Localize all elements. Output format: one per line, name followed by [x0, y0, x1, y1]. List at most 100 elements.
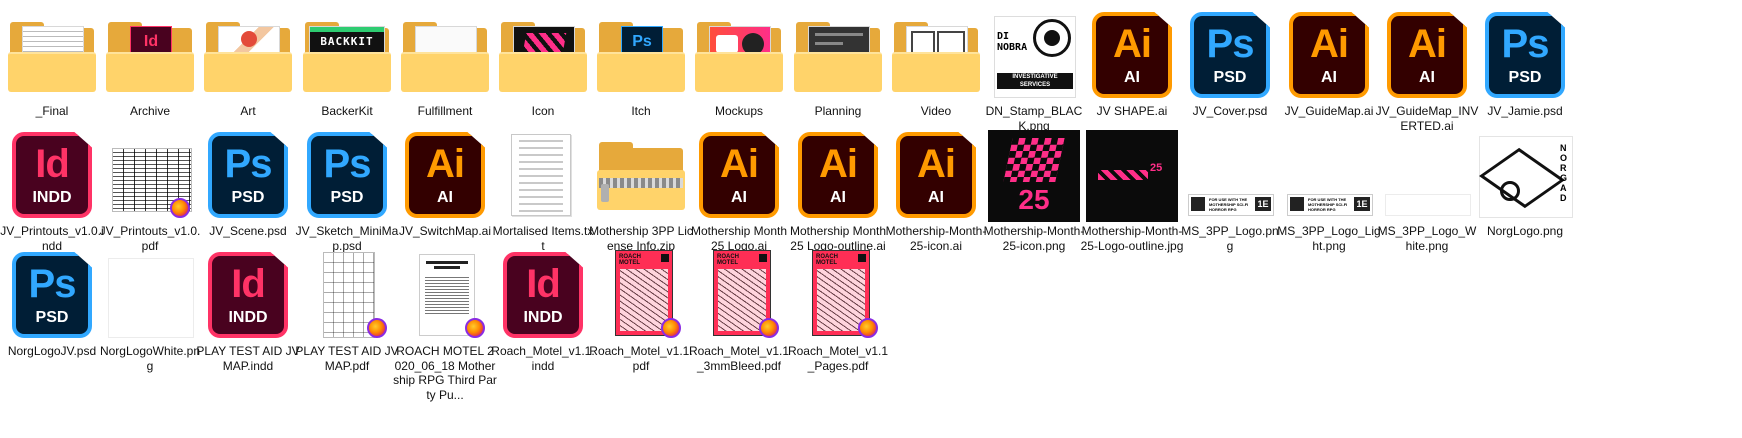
file-thumbnail: Ps PSD	[202, 130, 294, 222]
file-item[interactable]: MS_3PP_Logo_White.png	[1375, 124, 1479, 260]
file-name: JV_Scene.psd	[209, 224, 287, 238]
file-item[interactable]: Mothership 3PP License Info.zip	[589, 124, 693, 260]
file-thumbnail	[104, 130, 196, 222]
file-item[interactable]: FOR USE WITH THE MOTHERSHIP SCI-FI HORRO…	[1277, 124, 1381, 260]
file-item[interactable]: Art	[196, 4, 300, 140]
adobe-photoshop-icon: Ps PSD	[208, 132, 288, 218]
file-item[interactable]: Mockups	[687, 4, 791, 140]
firefox-badge-icon	[661, 318, 681, 338]
file-item[interactable]: JV_Printouts_v1.0.pdf	[98, 124, 202, 260]
file-name: MS_3PP_Logo.png	[1181, 224, 1279, 253]
file-item[interactable]: Id INDD JV_Printouts_v1.0.indd	[0, 124, 104, 260]
file-item[interactable]: Ai AI JV SHAPE.ai	[1080, 4, 1184, 140]
file-item[interactable]: ROACH MOTEL 2020_06_18 Mothership RPG Th…	[393, 244, 497, 402]
file-item[interactable]: NORGAD NorgLogo.png	[1473, 124, 1577, 260]
file-item[interactable]: Ai AI Mothership Month 25 Logo-outline.a…	[786, 124, 890, 260]
folder-icon	[399, 10, 491, 102]
file-item[interactable]: _Final	[0, 4, 104, 140]
folder-icon: Id	[104, 10, 196, 102]
file-thumbnail: Ps PSD	[6, 250, 98, 342]
text-file-icon	[511, 134, 571, 216]
file-item[interactable]: Id INDD Roach_Motel_v1.1.indd	[491, 244, 595, 380]
file-name: Mothership-Month-25-icon.png	[983, 224, 1085, 253]
file-thumbnail: Ai AI	[890, 130, 982, 222]
file-thumbnail: ROACH MOTEL	[792, 250, 884, 342]
file-item[interactable]: Ps PSD JV_Jamie.psd	[1473, 4, 1577, 140]
adobe-indesign-icon: Id INDD	[503, 252, 583, 338]
firefox-badge-icon	[465, 318, 485, 338]
adobe-indesign-icon: Id INDD	[208, 252, 288, 338]
adobe-illustrator-icon: Ai AI	[896, 132, 976, 218]
file-thumbnail: BACKKIT	[301, 10, 393, 102]
folder-icon: BACKKIT	[301, 10, 393, 102]
file-thumbnail	[890, 10, 982, 102]
file-thumbnail: ROACH MOTEL	[693, 250, 785, 342]
ms-3pp-logo-thumbnail: FOR USE WITH THE MOTHERSHIP SCI-FI HORRO…	[1287, 194, 1373, 216]
file-thumbnail	[693, 10, 785, 102]
file-item[interactable]: Ps PSD JV_Sketch_MiniMap.psd	[295, 124, 399, 260]
stamp-image-thumbnail: DI NOBRA INVESTIGATIVE SERVICES	[994, 16, 1076, 98]
file-item[interactable]: Mortalised Items.txt	[491, 124, 595, 260]
mothership-logo-thumbnail: 25	[1086, 130, 1178, 222]
file-name: Icon	[531, 104, 555, 118]
file-item[interactable]: DI NOBRA INVESTIGATIVE SERVICES DN_Stamp…	[982, 4, 1086, 140]
file-item[interactable]: PLAY TEST AID JV MAP.pdf	[295, 244, 399, 380]
file-item[interactable]: Icon	[491, 4, 595, 140]
file-item[interactable]: Video	[884, 4, 988, 140]
mothership-icon-thumbnail: 25	[988, 130, 1080, 222]
blank-image-thumbnail	[108, 258, 194, 338]
file-item[interactable]: Ps PSD NorgLogoJV.psd	[0, 244, 104, 380]
file-thumbnail	[497, 130, 589, 222]
file-name: JV_GuideMap.ai	[1284, 104, 1374, 118]
file-item[interactable]: Id Archive	[98, 4, 202, 140]
file-item[interactable]: Ai AI JV_SwitchMap.ai	[393, 124, 497, 260]
file-item[interactable]: Fulfillment	[393, 4, 497, 140]
firefox-badge-icon	[170, 198, 190, 218]
file-item[interactable]: Ai AI JV_GuideMap.ai	[1277, 4, 1381, 140]
file-thumbnail: Id INDD	[6, 130, 98, 222]
file-thumbnail	[399, 250, 491, 342]
folder-icon	[497, 10, 589, 102]
file-item[interactable]: Ai AI Mothership Month 25 Logo.ai	[687, 124, 791, 260]
file-item[interactable]: 25 Mothership-Month-25-icon.png	[982, 124, 1086, 260]
norg-logo-thumbnail: NORGAD	[1479, 136, 1573, 218]
file-name: Roach_Motel_v1.1_Pages.pdf	[787, 344, 889, 373]
file-item[interactable]: FOR USE WITH THE MOTHERSHIP SCI-FI HORRO…	[1178, 124, 1282, 260]
file-thumbnail: Ai AI	[792, 130, 884, 222]
file-item[interactable]: NorgLogoWhite.png	[98, 244, 202, 380]
zip-folder-icon	[595, 130, 687, 222]
file-thumbnail: Ps PSD	[1184, 10, 1276, 102]
file-thumbnail: Ai AI	[1381, 10, 1473, 102]
folder-icon	[792, 10, 884, 102]
file-name: _Final	[35, 104, 69, 118]
file-item[interactable]: Ps PSD JV_Cover.psd	[1178, 4, 1282, 140]
file-name: Mockups	[714, 104, 764, 118]
file-thumbnail	[497, 10, 589, 102]
file-thumbnail: Ai AI	[1283, 10, 1375, 102]
file-item[interactable]: ROACH MOTEL Roach_Motel_v1.1_3mmBleed.pd…	[687, 244, 791, 380]
file-name: JV_SwitchMap.ai	[398, 224, 492, 238]
folder-icon	[693, 10, 785, 102]
firefox-badge-icon	[367, 318, 387, 338]
file-item[interactable]: Id INDD PLAY TEST AID JV MAP.indd	[196, 244, 300, 380]
file-name: Planning	[814, 104, 862, 118]
file-thumbnail: DI NOBRA INVESTIGATIVE SERVICES	[988, 10, 1080, 102]
file-item[interactable]: Ai AI Mothership-Month-25-icon.ai	[884, 124, 988, 260]
folder-icon	[202, 10, 294, 102]
file-thumbnail: Ps PSD	[301, 130, 393, 222]
file-item[interactable]: Ps Itch	[589, 4, 693, 140]
file-name: Fulfillment	[417, 104, 473, 118]
file-thumbnail	[104, 250, 196, 342]
folder-icon: Ps	[595, 10, 687, 102]
file-item[interactable]: Ps PSD JV_Scene.psd	[196, 124, 300, 260]
file-item[interactable]: 25 Mothership-Month-25-Logo-outline.jpg	[1080, 124, 1184, 260]
file-name: Roach_Motel_v1.1.indd	[491, 344, 595, 373]
adobe-photoshop-icon: Ps PSD	[307, 132, 387, 218]
file-thumbnail: Id INDD	[202, 250, 294, 342]
file-name: Video	[920, 104, 952, 118]
file-item[interactable]: Ai AI JV_GuideMap_INVERTED.ai	[1375, 4, 1479, 140]
file-item[interactable]: ROACH MOTEL Roach_Motel_v1.1.pdf	[589, 244, 693, 380]
file-item[interactable]: BACKKIT BackerKit	[295, 4, 399, 140]
file-item[interactable]: Planning	[786, 4, 890, 140]
file-item[interactable]: ROACH MOTEL Roach_Motel_v1.1_Pages.pdf	[786, 244, 890, 380]
